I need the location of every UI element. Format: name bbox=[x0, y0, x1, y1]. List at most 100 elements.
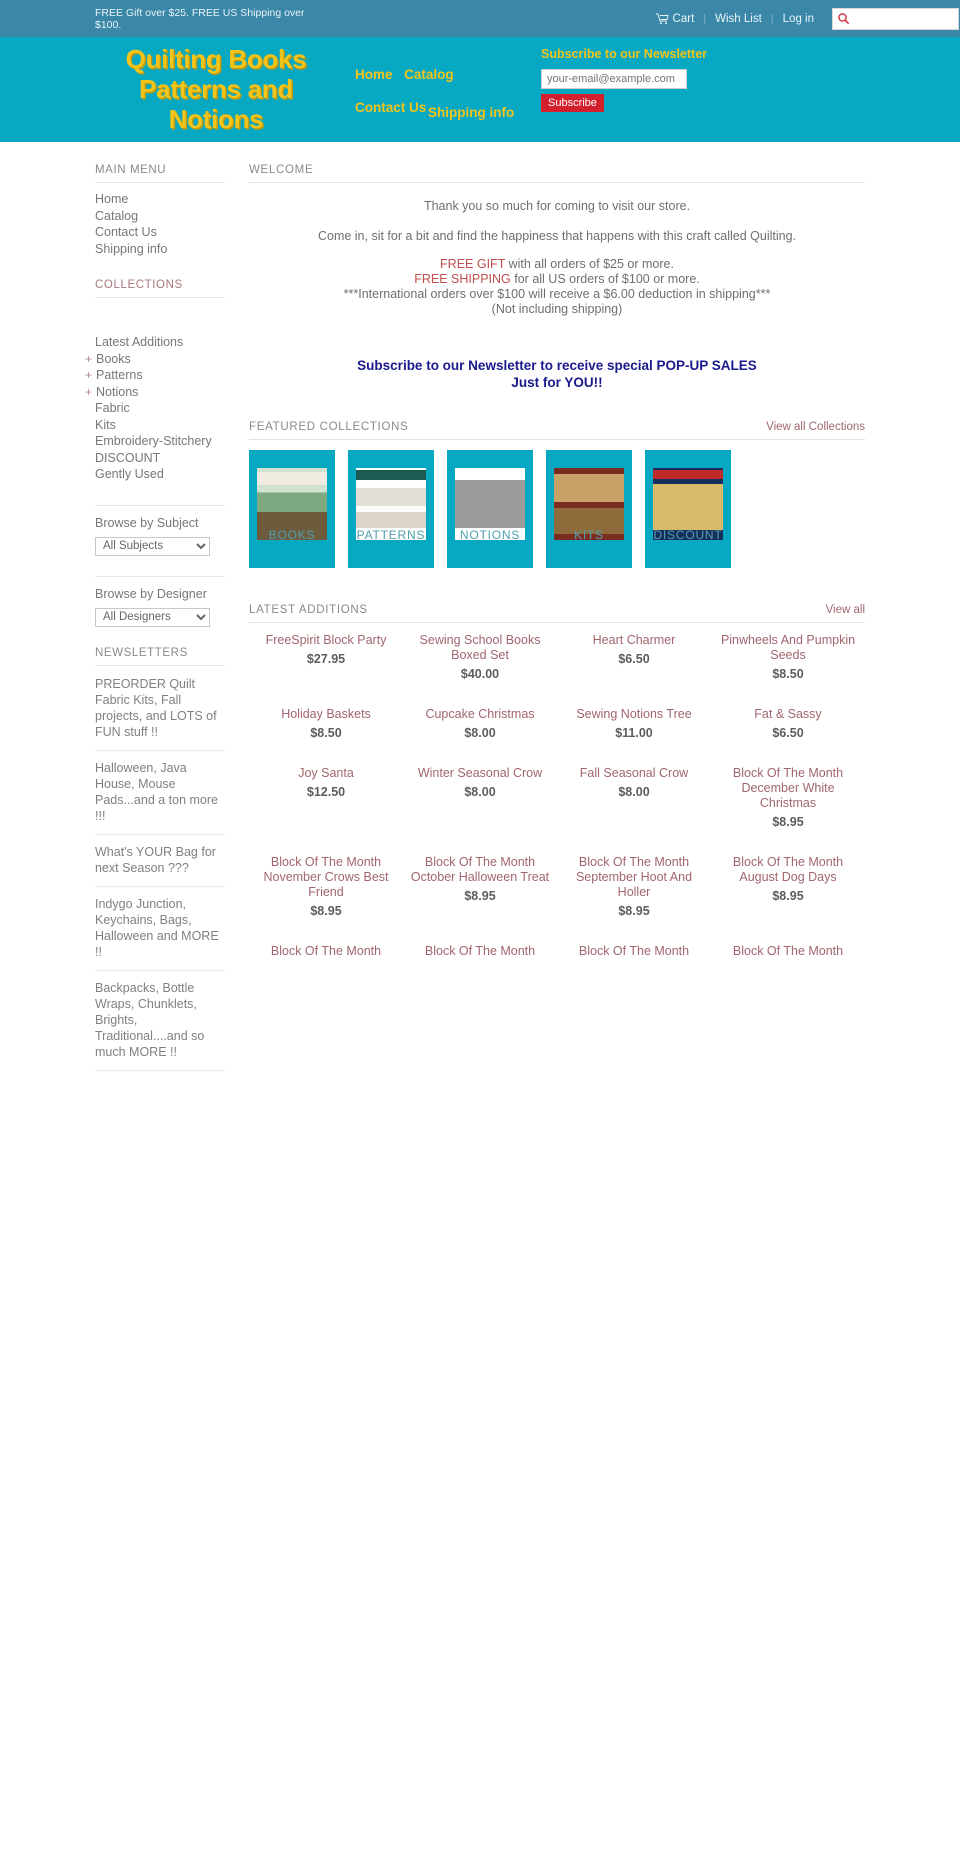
product-price: $8.95 bbox=[772, 815, 804, 829]
newsletter-link[interactable]: PREORDER Quilt Fabric Kits, Fall project… bbox=[95, 676, 225, 740]
search-input[interactable] bbox=[850, 12, 954, 25]
nav-home[interactable]: Home bbox=[355, 67, 393, 82]
sidebar-item-discount[interactable]: DISCOUNT bbox=[95, 450, 225, 467]
product-card[interactable]: Sewing School Books Boxed Set $40.00 bbox=[403, 633, 557, 681]
product-title: Fat & Sassy bbox=[754, 707, 822, 721]
product-card[interactable]: Block Of The Month August Dog Days $8.95 bbox=[711, 855, 865, 918]
latest-additions-title: LATEST ADDITIONS bbox=[249, 604, 368, 616]
list-item[interactable]: Indygo Junction, Keychains, Bags, Hallow… bbox=[95, 887, 225, 971]
browse-by-subject-select[interactable]: All Subjects bbox=[95, 536, 210, 556]
product-card[interactable]: Holiday Baskets $8.50 bbox=[249, 707, 403, 740]
collection-card-books[interactable]: BOOKS bbox=[249, 450, 335, 568]
product-card[interactable]: Block Of The Month November Crows Best F… bbox=[249, 855, 403, 918]
site-logo[interactable]: Quilting Books Patterns and Notions bbox=[96, 44, 336, 134]
sidebar-link[interactable]: Patterns bbox=[96, 368, 143, 382]
sidebar-link[interactable]: Books bbox=[96, 352, 131, 366]
list-item[interactable]: PREORDER Quilt Fabric Kits, Fall project… bbox=[95, 674, 225, 751]
sidebar-item-books[interactable]: + Books bbox=[85, 351, 225, 368]
newsletter-link[interactable]: What's YOUR Bag for next Season ??? bbox=[95, 844, 225, 876]
nav-shipping-info[interactable]: Shipping info bbox=[428, 105, 514, 120]
collection-card-notions[interactable]: NOTIONS bbox=[447, 450, 533, 568]
sidebar-link[interactable]: DISCOUNT bbox=[95, 451, 160, 465]
product-card[interactable]: Cupcake Christmas $8.00 bbox=[403, 707, 557, 740]
list-item[interactable]: Backpacks, Bottle Wraps, Chunklets, Brig… bbox=[95, 971, 225, 1071]
product-title: Block Of The Month December White Christ… bbox=[732, 766, 844, 810]
product-card[interactable]: Block Of The Month bbox=[403, 944, 557, 963]
newsletter-link[interactable]: Halloween, Java House, Mouse Pads...and … bbox=[95, 760, 225, 824]
collection-card-patterns[interactable]: PATTERNS bbox=[348, 450, 434, 568]
sidebar-link[interactable]: Home bbox=[95, 192, 128, 206]
sidebar-link[interactable]: Fabric bbox=[95, 401, 130, 415]
product-card[interactable]: Pinwheels And Pumpkin Seeds $8.50 bbox=[711, 633, 865, 681]
product-title: Block Of The Month bbox=[732, 944, 844, 958]
product-card[interactable]: Heart Charmer $6.50 bbox=[557, 633, 711, 681]
product-card[interactable]: Block Of The Month bbox=[711, 944, 865, 963]
promo-not-including-shipping: (Not including shipping) bbox=[491, 302, 623, 316]
free-gift-highlight: FREE GIFT bbox=[440, 257, 506, 271]
list-item[interactable]: What's YOUR Bag for next Season ??? bbox=[95, 835, 225, 887]
nav-contact-us[interactable]: Contact Us bbox=[355, 100, 426, 115]
login-link[interactable]: Log in bbox=[774, 13, 823, 25]
sidebar-link[interactable]: Contact Us bbox=[95, 225, 157, 239]
product-card[interactable]: Sewing Notions Tree $11.00 bbox=[557, 707, 711, 740]
collection-label: PATTERNS bbox=[356, 528, 426, 542]
promo-block: FREE GIFT with all orders of $25 or more… bbox=[249, 257, 865, 317]
sidebar-link[interactable]: Shipping info bbox=[95, 242, 167, 256]
product-card[interactable]: Block Of The Month bbox=[249, 944, 403, 963]
sidebar-collections-title: COLLECTIONS bbox=[95, 279, 225, 298]
sidebar-link[interactable]: Catalog bbox=[95, 209, 138, 223]
sidebar-item-embroidery-stitchery[interactable]: Embroidery-Stitchery bbox=[95, 433, 225, 450]
sidebar-collections-list: Latest Additions + Books + Patterns + Notio… bbox=[85, 334, 225, 483]
product-card[interactable]: Fall Seasonal Crow $8.00 bbox=[557, 766, 711, 829]
product-card[interactable]: Winter Seasonal Crow $8.00 bbox=[403, 766, 557, 829]
product-card[interactable]: Block Of The Month bbox=[557, 944, 711, 963]
sidebar-link[interactable]: Embroidery-Stitchery bbox=[95, 434, 212, 448]
search-box[interactable] bbox=[832, 7, 959, 30]
sidebar-link[interactable]: Gently Used bbox=[95, 467, 164, 481]
featured-collections-header: FEATURED COLLECTIONS View all Collection… bbox=[249, 421, 865, 440]
view-all-link[interactable]: View all bbox=[826, 604, 865, 616]
collection-card-kits[interactable]: KITS bbox=[546, 450, 632, 568]
wishlist-link[interactable]: Wish List bbox=[706, 13, 771, 25]
sidebar-item-patterns[interactable]: + Patterns bbox=[85, 367, 225, 384]
sidebar-item-gently-used[interactable]: Gently Used bbox=[95, 466, 225, 483]
product-price: $8.00 bbox=[464, 785, 496, 799]
sidebar-link[interactable]: Kits bbox=[95, 418, 116, 432]
top-utility-bar: FREE Gift over $25. FREE US Shipping ove… bbox=[0, 0, 960, 37]
collection-label: KITS bbox=[574, 528, 604, 542]
list-item[interactable]: Halloween, Java House, Mouse Pads...and … bbox=[95, 751, 225, 835]
sidebar-item-fabric[interactable]: Fabric bbox=[95, 400, 225, 417]
expand-plus-icon[interactable]: + bbox=[85, 385, 92, 399]
sidebar-item-home[interactable]: Home bbox=[95, 191, 225, 208]
nav-catalog[interactable]: Catalog bbox=[404, 67, 454, 82]
popup-line-1: Subscribe to our Newsletter to receive s… bbox=[357, 358, 757, 373]
sidebar-item-notions[interactable]: + Notions bbox=[85, 384, 225, 401]
product-card[interactable]: Block Of The Month October Halloween Tre… bbox=[403, 855, 557, 918]
collection-card-discount[interactable]: DISCOUNT bbox=[645, 450, 731, 568]
sidebar-item-latest-additions[interactable]: Latest Additions bbox=[95, 334, 225, 351]
product-card[interactable]: Joy Santa $12.50 bbox=[249, 766, 403, 829]
product-card[interactable]: FreeSpirit Block Party $27.95 bbox=[249, 633, 403, 681]
product-card[interactable]: Block Of The Month September Hoot And Ho… bbox=[557, 855, 711, 918]
newsletter-link[interactable]: Backpacks, Bottle Wraps, Chunklets, Brig… bbox=[95, 980, 225, 1060]
view-all-collections-link[interactable]: View all Collections bbox=[766, 421, 865, 433]
sidebar-item-shipping-info[interactable]: Shipping info bbox=[95, 241, 225, 258]
product-card[interactable]: Block Of The Month December White Christ… bbox=[711, 766, 865, 829]
product-title: Winter Seasonal Crow bbox=[417, 766, 543, 780]
product-title: Block Of The Month bbox=[270, 944, 382, 958]
browse-by-designer-select[interactable]: All Designers bbox=[95, 607, 210, 627]
expand-plus-icon[interactable]: + bbox=[85, 368, 92, 382]
free-shipping-highlight: FREE SHIPPING bbox=[414, 272, 511, 286]
sidebar-item-kits[interactable]: Kits bbox=[95, 417, 225, 434]
sidebar-item-contact-us[interactable]: Contact Us bbox=[95, 224, 225, 241]
sidebar-link[interactable]: Notions bbox=[96, 385, 138, 399]
cart-link[interactable]: Cart bbox=[647, 13, 704, 25]
sidebar-link[interactable]: Latest Additions bbox=[95, 335, 183, 349]
product-card[interactable]: Fat & Sassy $6.50 bbox=[711, 707, 865, 740]
sidebar-item-catalog[interactable]: Catalog bbox=[95, 208, 225, 225]
newsletter-link[interactable]: Indygo Junction, Keychains, Bags, Hallow… bbox=[95, 896, 225, 960]
newsletter-email-input[interactable] bbox=[541, 69, 687, 89]
product-title: Block Of The Month September Hoot And Ho… bbox=[575, 855, 693, 899]
subscribe-button[interactable]: Subscribe bbox=[541, 94, 604, 112]
expand-plus-icon[interactable]: + bbox=[85, 352, 92, 366]
